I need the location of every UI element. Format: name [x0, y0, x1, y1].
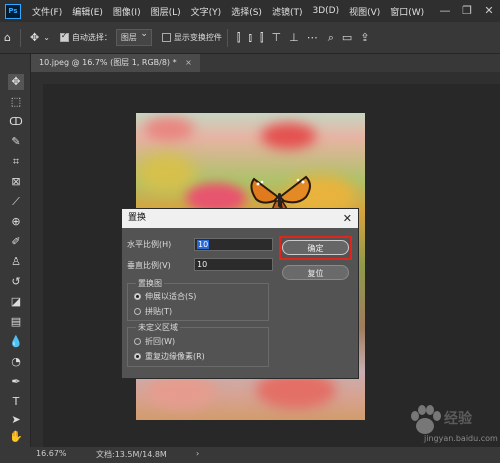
menu-type[interactable]: 文字(Y)	[186, 5, 227, 18]
show-transform-label: 显示变换控件	[173, 33, 222, 42]
document-size: 文档:13.5M/14.8M	[96, 450, 167, 459]
show-transform-checkbox[interactable]	[161, 33, 171, 42]
group-legend: 置换图	[136, 278, 164, 289]
divider	[19, 28, 21, 47]
close-window-icon[interactable]: ✕	[482, 4, 496, 18]
dialog-title-bar: 置换 ✕	[122, 209, 358, 228]
align-middle-icon[interactable]: ⊥	[289, 31, 299, 44]
menu-window[interactable]: 窗口(W)	[385, 5, 429, 18]
align-right-icon[interactable]: ⫿	[260, 31, 264, 45]
search-icon[interactable]: ⌕	[328, 31, 334, 45]
radio-button[interactable]	[134, 293, 141, 300]
marquee-tool-icon[interactable]: ⬚	[8, 94, 24, 110]
eyedropper-tool-icon[interactable]: ⟋	[8, 194, 24, 210]
chevron-down-icon[interactable]: ⌄	[43, 33, 50, 42]
menu-3d[interactable]: 3D(D)	[307, 6, 344, 16]
watermark-url: jingyan.baidu.com	[424, 434, 498, 443]
healing-brush-tool-icon[interactable]: ⊕	[8, 214, 24, 230]
menu-bar: Ps 文件(F) 编辑(E) 图像(I) 图层(L) 文字(Y) 选择(S) 滤…	[0, 0, 500, 22]
horizontal-scale-label: 水平比例(H)	[127, 240, 172, 249]
radio-button[interactable]	[134, 338, 141, 345]
eraser-tool-icon[interactable]: ◪	[8, 294, 24, 310]
clone-stamp-tool-icon[interactable]: ♙	[8, 254, 24, 270]
status-expand-icon[interactable]: ›	[196, 449, 199, 458]
align-top-icon[interactable]: ⊤	[272, 31, 282, 44]
move-tool-icon[interactable]: ✥	[30, 31, 39, 44]
radio-button[interactable]	[134, 308, 141, 315]
horizontal-scale-input[interactable]: 10	[194, 238, 273, 251]
align-left-icon[interactable]: ⫿	[237, 31, 241, 45]
history-brush-tool-icon[interactable]: ↺	[8, 274, 24, 290]
auto-select-checkbox[interactable]	[59, 31, 69, 42]
share-icon[interactable]: ⇪	[360, 31, 369, 44]
minimize-icon[interactable]: —	[438, 4, 452, 18]
document-tab-bar: 10.jpeg @ 16.7% (图层 1, RGB/8) * ×	[31, 54, 500, 72]
radio-wrap-around[interactable]: 折回(W)	[134, 336, 175, 347]
close-icon[interactable]: ✕	[343, 209, 352, 228]
quick-select-tool-icon[interactable]: ✎	[8, 134, 24, 150]
close-tab-icon[interactable]: ×	[185, 58, 192, 67]
baidu-jingyan-watermark: 经验 jingyan.baidu.com	[398, 398, 498, 448]
menu-image[interactable]: 图像(I)	[108, 5, 146, 18]
options-bar: ⌂ ✥ ⌄ 自动选择： 图层 显示变换控件 ⫿ ⫾ ⫿ ⊤ ⊥ ⋯ ⌕ ▭ ⇪	[0, 22, 500, 54]
horizontal-scale-value: 10	[197, 240, 210, 249]
menu-select[interactable]: 选择(S)	[226, 5, 267, 18]
dodge-tool-icon[interactable]: ◔	[8, 354, 24, 370]
radio-label: 折回(W)	[145, 337, 176, 346]
dialog-title: 置换	[128, 213, 147, 223]
path-select-tool-icon[interactable]: ➤	[8, 412, 24, 428]
radio-repeat-edge-pixels[interactable]: 重复边缘像素(R)	[134, 351, 205, 362]
flower-blur	[136, 153, 196, 193]
reset-button[interactable]: 复位	[282, 265, 349, 280]
hand-tool-icon[interactable]: ✋	[8, 429, 24, 445]
radio-label: 拼贴(T)	[145, 307, 173, 316]
group-legend: 未定义区域	[136, 322, 180, 333]
radio-label: 伸展以适合(S)	[145, 292, 197, 301]
watermark-brand: 经验	[444, 411, 472, 427]
menu-view[interactable]: 视图(V)	[344, 5, 385, 18]
ok-button[interactable]: 确定	[282, 240, 349, 255]
type-tool-icon[interactable]: T	[8, 394, 24, 410]
radio-stretch-to-fit[interactable]: 伸展以适合(S)	[134, 291, 196, 302]
pen-tool-icon[interactable]: ✒	[8, 374, 24, 390]
menu-file[interactable]: 文件(F)	[27, 5, 67, 18]
auto-select-dropdown[interactable]: 图层	[115, 27, 152, 46]
menu-edit[interactable]: 编辑(E)	[67, 5, 108, 18]
vertical-scale-input[interactable]: 10	[194, 258, 273, 271]
displacement-map-group: 置换图 伸展以适合(S) 拼贴(T)	[127, 278, 269, 321]
status-bar: 16.67% 文档:13.5M/14.8M ›	[0, 447, 500, 463]
photoshop-logo: Ps	[5, 3, 21, 19]
undefined-areas-group: 未定义区域 折回(W) 重复边缘像素(R)	[127, 322, 269, 367]
tools-panel: ✥ ⬚ ↀ ✎ ⌗ ⊠ ⟋ ⊕ ✐ ♙ ↺ ◪ ▤ 💧 ◔ ✒ T ➤ ✋	[0, 54, 31, 447]
document-tab[interactable]: 10.jpeg @ 16.7% (图层 1, RGB/8) * ×	[31, 54, 200, 72]
vertical-scale-label: 垂直比例(V)	[127, 261, 171, 270]
document-tab-label: 10.jpeg @ 16.7% (图层 1, RGB/8) *	[39, 58, 177, 67]
more-options-icon[interactable]: ⋯	[307, 31, 318, 44]
radio-tile[interactable]: 拼贴(T)	[134, 306, 172, 317]
crop-tool-icon[interactable]: ⌗	[8, 154, 24, 170]
brush-tool-icon[interactable]: ✐	[8, 234, 24, 250]
align-center-icon[interactable]: ⫾	[248, 31, 252, 45]
move-tool-icon[interactable]: ✥	[8, 74, 24, 90]
flower-blur	[144, 117, 194, 141]
divider	[226, 28, 228, 47]
flower-blur	[146, 375, 216, 409]
radio-label: 重复边缘像素(R)	[145, 352, 205, 361]
radio-button[interactable]	[134, 353, 141, 360]
vertical-scale-value: 10	[197, 260, 208, 269]
auto-select-label: 自动选择：	[71, 33, 112, 42]
restore-icon[interactable]: ❐	[460, 4, 474, 18]
displace-dialog: 置换 ✕ 水平比例(H) 10 垂直比例(V) 10 置换图 伸展以适合(S) …	[121, 208, 359, 379]
home-icon[interactable]: ⌂	[4, 31, 11, 44]
blur-tool-icon[interactable]: 💧	[8, 334, 24, 350]
frame-tool-icon[interactable]: ⊠	[8, 174, 24, 190]
zoom-level[interactable]: 16.67%	[36, 449, 67, 458]
menu-layer[interactable]: 图层(L)	[146, 5, 186, 18]
flower-blur	[261, 123, 316, 149]
menu-filter[interactable]: 滤镜(T)	[267, 5, 308, 18]
paw-logo-icon	[411, 405, 441, 434]
workspace-icon[interactable]: ▭	[342, 31, 352, 44]
gradient-tool-icon[interactable]: ▤	[8, 314, 24, 330]
lasso-tool-icon[interactable]: ↀ	[8, 114, 24, 130]
